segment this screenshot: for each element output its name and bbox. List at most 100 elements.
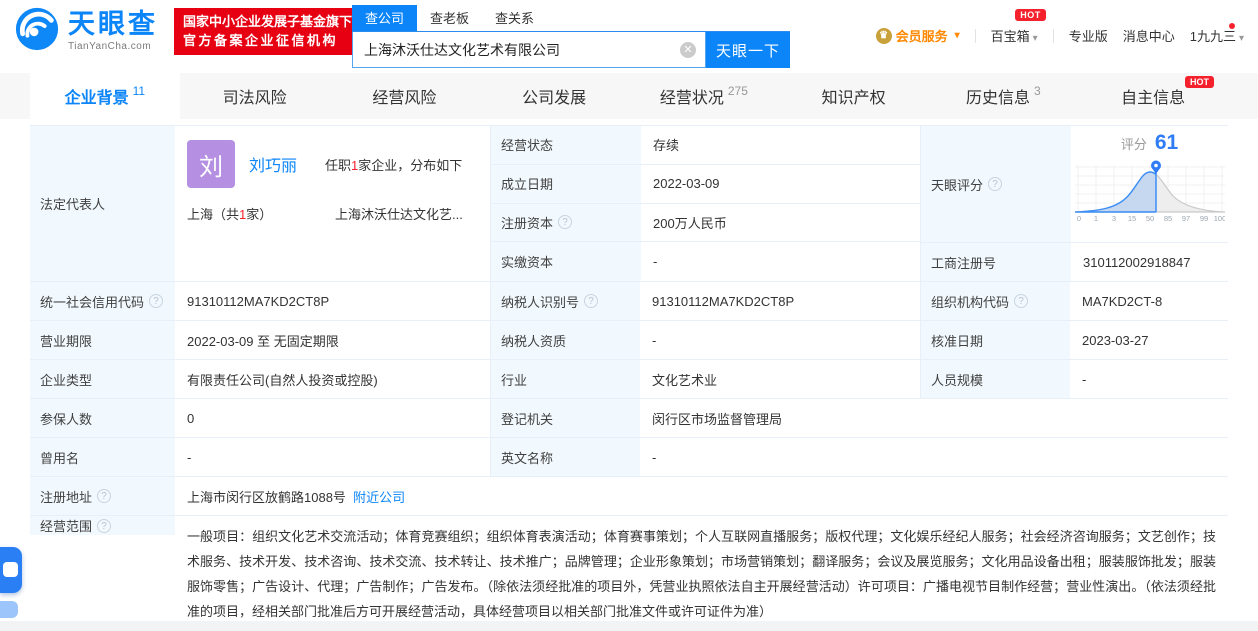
svg-text:85: 85 bbox=[1163, 214, 1171, 223]
tab-judicial-risk[interactable]: 司法风险 bbox=[180, 73, 330, 119]
registered-address-label: 注册地址 bbox=[30, 477, 175, 515]
search-tab-company[interactable]: 查公司 bbox=[352, 5, 417, 31]
search-input[interactable] bbox=[353, 32, 705, 67]
legal-rep-name-link[interactable]: 刘巧丽 bbox=[249, 152, 297, 176]
logo-domain: TianYanCha.com bbox=[68, 41, 158, 52]
nav-vip-services[interactable]: ♛会员服务 bbox=[876, 26, 960, 45]
notification-dot bbox=[1229, 23, 1235, 29]
svg-text:0: 0 bbox=[1076, 214, 1080, 223]
insured-count-label: 参保人数 bbox=[30, 399, 175, 437]
nav-user-menu[interactable]: 1九九三 bbox=[1190, 26, 1244, 45]
table-row: 曾用名 - 英文名称 - bbox=[30, 438, 1228, 477]
credit-code-value: 91310112MA7KD2CT8P bbox=[175, 282, 490, 320]
tab-company-background[interactable]: 企业背景11 bbox=[30, 73, 180, 119]
established-date-label: 成立日期 bbox=[491, 165, 641, 203]
avatar[interactable]: 刘 bbox=[187, 140, 235, 188]
english-name-label: 英文名称 bbox=[490, 438, 640, 476]
industry-label: 行业 bbox=[490, 360, 640, 398]
table-row: 经营状态 存续 bbox=[491, 126, 920, 165]
business-term-label: 营业期限 bbox=[30, 321, 175, 359]
gov-certification-badge: 国家中小企业发展子基金旗下 官方备案企业征信机构 bbox=[174, 8, 361, 55]
taxpayer-id-value: 91310112MA7KD2CT8P bbox=[640, 282, 920, 320]
tianyancha-logo[interactable]: 天眼查 TianYanCha.com bbox=[14, 6, 158, 57]
search-row: ✕ 天眼一下 bbox=[352, 32, 790, 68]
legal-rep-job: 任职1家企业，分布如下 bbox=[325, 155, 462, 174]
tianyancha-logo-icon bbox=[14, 6, 60, 57]
approval-date-value: 2023-03-27 bbox=[1070, 321, 1228, 359]
table-row: 营业期限 2022-03-09 至 无固定期限 纳税人资质 - 核准日期 202… bbox=[30, 321, 1228, 360]
table-row: 法定代表人 刘 刘巧丽 任职1家企业，分布如下 上海（共1家） 上海沐沃仕达文化… bbox=[30, 126, 1228, 282]
floating-side-widget[interactable] bbox=[0, 547, 22, 593]
company-info-table: 法定代表人 刘 刘巧丽 任职1家企业，分布如下 上海（共1家） 上海沐沃仕达文化… bbox=[30, 125, 1228, 631]
svg-text:1: 1 bbox=[1093, 214, 1097, 223]
operating-status-value: 存续 bbox=[641, 126, 921, 164]
paid-in-capital-value: - bbox=[641, 242, 921, 281]
former-name-label: 曾用名 bbox=[30, 438, 175, 476]
help-icon[interactable] bbox=[988, 177, 1002, 191]
tab-operation-status[interactable]: 经营状况275 bbox=[629, 73, 779, 119]
tab-operation-risk[interactable]: 经营风险 bbox=[330, 73, 480, 119]
tab-company-development[interactable]: 公司发展 bbox=[479, 73, 629, 119]
section-tabbar: 企业背景11 司法风险 经营风险 公司发展 经营状况275 知识产权 历史信息3… bbox=[0, 73, 1258, 119]
table-row: 注册地址 上海市闵行区放鹤路1088号 附近公司 bbox=[30, 477, 1228, 516]
score-row: 天眼评分 评分 61 bbox=[921, 126, 1228, 243]
tab-self-info[interactable]: 自主信息HOT bbox=[1078, 73, 1228, 119]
tab-intellectual-property[interactable]: 知识产权 bbox=[779, 73, 929, 119]
taxpayer-qualification-label: 纳税人资质 bbox=[490, 321, 640, 359]
org-code-value: MA7KD2CT-8 bbox=[1070, 282, 1228, 320]
taxpayer-qualification-value: - bbox=[640, 321, 920, 359]
help-icon[interactable] bbox=[97, 489, 111, 503]
established-date-value: 2022-03-09 bbox=[641, 165, 921, 203]
search-tab-relation[interactable]: 查关系 bbox=[482, 5, 547, 31]
header-nav: ♛会员服务 HOT百宝箱 专业版 消息中心 1九九三 bbox=[876, 26, 1244, 45]
table-row: 实缴资本 - bbox=[491, 242, 920, 281]
table-row: 参保人数 0 登记机关 闵行区市场监督管理局 bbox=[30, 399, 1228, 438]
business-scope-value: 一般项目：组织文化艺术交流活动；体育竞赛组织；组织体育表演活动；体育赛事策划；个… bbox=[175, 516, 1228, 631]
search-tab-boss[interactable]: 查老板 bbox=[417, 5, 482, 31]
tianyan-score-label: 天眼评分 bbox=[921, 126, 1071, 242]
industry-value: 文化艺术业 bbox=[640, 360, 920, 398]
svg-text:100: 100 bbox=[1213, 214, 1224, 223]
next-section-edge bbox=[0, 621, 1258, 631]
former-name-value: - bbox=[175, 438, 490, 476]
help-icon[interactable] bbox=[97, 519, 111, 533]
status-column: 经营状态 存续 成立日期 2022-03-09 注册资本 200万人民币 实缴资… bbox=[490, 126, 920, 281]
svg-text:15: 15 bbox=[1127, 214, 1135, 223]
english-name-value: - bbox=[640, 438, 1228, 476]
search-type-tabs: 查公司 查老板 查关系 bbox=[352, 5, 790, 32]
legal-rep-label: 法定代表人 bbox=[30, 126, 175, 281]
nav-toolbox[interactable]: HOT百宝箱 bbox=[991, 26, 1038, 45]
header: 天眼查 TianYanCha.com 国家中小企业发展子基金旗下 官方备案企业征… bbox=[0, 0, 1258, 62]
business-reg-number-value: 310112002918847 bbox=[1071, 243, 1229, 281]
help-icon[interactable] bbox=[558, 215, 572, 229]
tab-hot-badge: HOT bbox=[1185, 76, 1214, 88]
operating-status-label: 经营状态 bbox=[491, 126, 641, 164]
company-type-value: 有限责任公司(自然人投资或控股) bbox=[175, 360, 490, 398]
nav-pro-version[interactable]: 专业版 bbox=[1069, 26, 1108, 45]
tab-count: 275 bbox=[728, 84, 748, 98]
tab-count: 11 bbox=[133, 84, 145, 98]
nav-message-center[interactable]: 消息中心 bbox=[1123, 26, 1175, 45]
business-term-value: 2022-03-09 至 无固定期限 bbox=[175, 321, 490, 359]
table-row: 注册资本 200万人民币 bbox=[491, 204, 920, 243]
registered-capital-label: 注册资本 bbox=[491, 204, 641, 242]
gov-badge-line2: 官方备案企业征信机构 bbox=[183, 31, 352, 51]
registered-address-value: 上海市闵行区放鹤路1088号 附近公司 bbox=[175, 477, 1228, 515]
help-icon[interactable] bbox=[1014, 294, 1028, 308]
svg-text:99: 99 bbox=[1199, 214, 1207, 223]
business-reg-number-label: 工商注册号 bbox=[921, 243, 1071, 281]
table-row: 企业类型 有限责任公司(自然人投资或控股) 行业 文化艺术业 人员规模 - bbox=[30, 360, 1228, 399]
tab-history-info[interactable]: 历史信息3 bbox=[929, 73, 1079, 119]
table-row: 统一社会信用代码 91310112MA7KD2CT8P 纳税人识别号 91310… bbox=[30, 282, 1228, 321]
business-scope-label: 经营范围 bbox=[30, 516, 175, 535]
tianyancha-company-page: 天眼查 TianYanCha.com 国家中小企业发展子基金旗下 官方备案企业征… bbox=[0, 0, 1258, 631]
table-row: 成立日期 2022-03-09 bbox=[491, 165, 920, 204]
table-row: 工商注册号 310112002918847 bbox=[921, 243, 1228, 281]
help-icon[interactable] bbox=[149, 294, 163, 308]
legal-rep-company[interactable]: 上海沐沃仕达文化艺... bbox=[335, 204, 463, 223]
clear-search-icon[interactable]: ✕ bbox=[680, 42, 696, 58]
floating-side-widget-secondary[interactable] bbox=[0, 601, 18, 618]
nearby-companies-link[interactable]: 附近公司 bbox=[353, 487, 405, 506]
search-button[interactable]: 天眼一下 bbox=[706, 32, 790, 68]
help-icon[interactable] bbox=[584, 294, 598, 308]
